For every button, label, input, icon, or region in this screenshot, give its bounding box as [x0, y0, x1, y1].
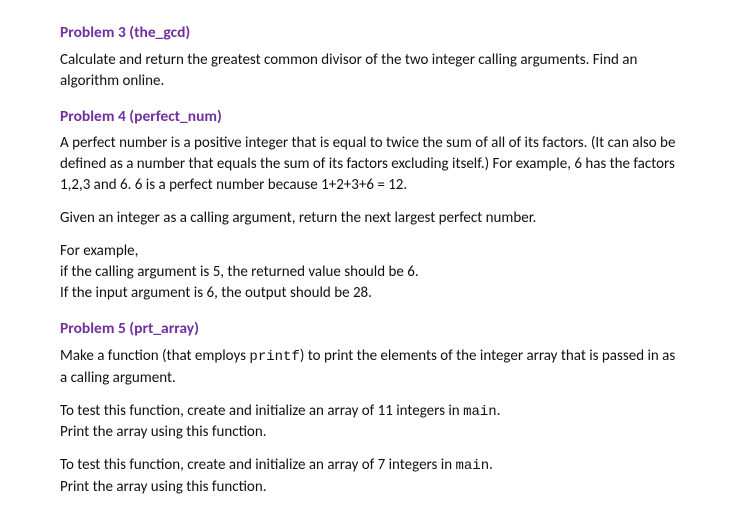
code-inline: printf: [249, 349, 299, 365]
problem-5-para-2: To test this function, create and initia…: [60, 455, 682, 498]
code-inline: main: [455, 458, 489, 474]
problem-4-para-2: For example,if the calling argument is 5…: [60, 241, 682, 304]
problem-4-para-1: Given an integer as a calling argument, …: [60, 208, 682, 229]
code-inline: main: [463, 404, 497, 420]
problem-5-para-0: Make a function (that employs printf) to…: [60, 346, 682, 389]
problem-4-section: Problem 4 (perfect_num) A perfect number…: [60, 106, 682, 305]
problem-5-heading: Problem 5 (prt_array): [60, 318, 682, 340]
problem-4-heading: Problem 4 (perfect_num): [60, 106, 682, 128]
problem-3-heading: Problem 3 (the_gcd): [60, 22, 682, 44]
problem-3-section: Problem 3 (the_gcd) Calculate and return…: [60, 22, 682, 92]
problem-3-para-0: Calculate and return the greatest common…: [60, 50, 682, 92]
problem-5-para-1: To test this function, create and initia…: [60, 401, 682, 444]
problem-5-section: Problem 5 (prt_array) Make a function (t…: [60, 318, 682, 497]
problem-4-para-0: A perfect number is a positive integer t…: [60, 133, 682, 196]
